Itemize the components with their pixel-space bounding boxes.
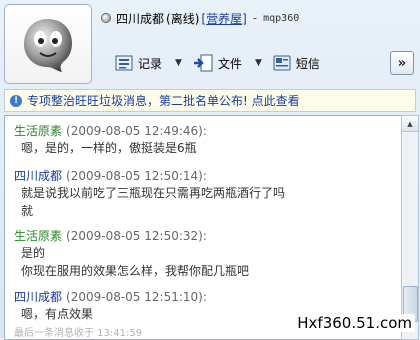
message-item: 生活原素 (2009-08-05 12:50:32): 是的 你现在服用的效果怎么… [14, 227, 249, 280]
record-label: 记录 [138, 56, 163, 71]
message-time: (2009-08-05 12:51:10): [66, 290, 207, 304]
offline-avatar-icon [24, 19, 72, 72]
message-item: 生活原素 (2009-08-05 12:49:46): 嗯，是的，一样的，傲挺装是… [14, 122, 207, 157]
title-separator: - [252, 11, 258, 25]
message-sender: 四川成都 [14, 169, 63, 183]
message-text: 嗯，是的，一样的，傲挺装是6瓶 [21, 141, 197, 155]
sms-button[interactable]: 短信 [270, 50, 323, 76]
chat-scrollbar[interactable]: ▲ [401, 115, 419, 340]
toolbar-more-button[interactable]: » [390, 51, 414, 75]
contact-name: 四川成都 [116, 11, 165, 26]
message-text: 就是说我以前吃了三瓶现在只需再吃两瓶酒行了吗 [21, 186, 286, 200]
file-label: 文件 [217, 56, 242, 71]
offline-status-icon [101, 13, 111, 23]
notice-bar[interactable]: ! 专项整治旺旺垃圾消息，第二批名单公布! 点此查看 [4, 89, 416, 112]
message-text: 你现在服用的效果怎么样，我帮你配几瓶吧 [21, 264, 250, 278]
message-sender: 生活原素 [14, 124, 63, 138]
info-icon: ! [10, 94, 22, 107]
message-text: 是的 [21, 246, 46, 260]
chat-history[interactable]: 生活原素 (2009-08-05 12:49:46): 嗯，是的，一样的，傲挺装是… [4, 115, 401, 340]
message-sender: 四川成都 [14, 290, 63, 304]
message-time: (2009-08-05 12:50:14): [66, 169, 207, 183]
shop-link[interactable]: [营养屋] [201, 10, 246, 27]
file-dropdown-icon[interactable]: ▼ [255, 58, 262, 68]
sms-icon [273, 55, 291, 71]
message-time: (2009-08-05 12:50:32): [66, 229, 207, 243]
chat-window: 四川成都 (离线) [营养屋] - mqp360 记录 ▼ 文件 ▼ 短信 » … [0, 0, 420, 340]
file-button[interactable]: 文件 [190, 50, 245, 76]
sms-label: 短信 [295, 56, 320, 71]
message-time: (2009-08-05 12:49:46): [66, 124, 207, 138]
site-watermark: Hxf360.51.com [294, 314, 415, 332]
contact-status: (离线) [166, 11, 200, 26]
account-id: mqp360 [263, 12, 300, 24]
record-button[interactable]: 记录 [112, 50, 165, 76]
message-item: 四川成都 (2009-08-05 12:50:14): 就是说我以前吃了三瓶现在只… [14, 167, 285, 220]
conversation-title: 四川成都 (离线) [营养屋] - mqp360 [101, 9, 411, 27]
message-item: 四川成都 (2009-08-05 12:51:10): 嗯，有点效果 [14, 288, 207, 323]
scroll-up-icon[interactable]: ▲ [402, 116, 418, 132]
message-sender: 生活原素 [14, 229, 63, 243]
notice-link[interactable]: 专项整治旺旺垃圾消息，第二批名单公布! 点此查看 [27, 92, 300, 109]
chat-record-icon [115, 55, 133, 71]
chat-toolbar: 记录 ▼ 文件 ▼ 短信 » [112, 47, 418, 79]
last-message-note: 最后一条消息收于 13:41:59 [14, 328, 143, 339]
record-dropdown-icon[interactable]: ▼ [175, 58, 182, 68]
message-text: 嗯，有点效果 [21, 307, 94, 321]
file-transfer-icon [193, 54, 213, 72]
message-text: 就 [21, 204, 34, 218]
contact-avatar[interactable] [4, 4, 92, 84]
